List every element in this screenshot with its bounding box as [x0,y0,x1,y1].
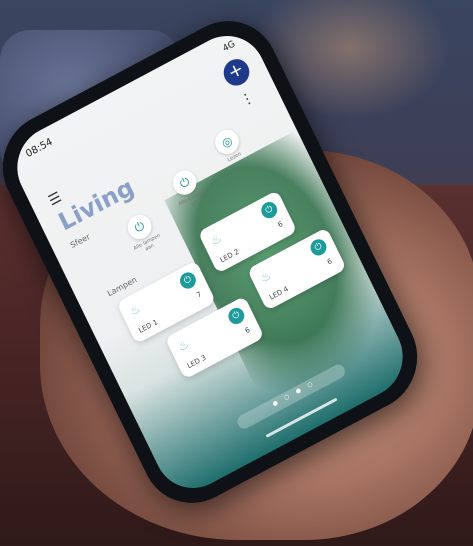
light-value: 6 [243,325,252,336]
bulb-icon: ♨ [175,336,192,355]
toggle-icon[interactable]: ⏻ [307,236,330,259]
scenes-heading: Sfeer [68,231,92,250]
more-button[interactable]: ⋮ [238,89,257,110]
add-button[interactable]: + [219,54,254,91]
photo-scene: 08:54 4G + ⋮ ☰ Living Sfeer ⏻ Alle lampe… [0,0,473,546]
light-label: LED 4 [268,284,290,302]
toggle-icon[interactable]: ⏻ [225,305,247,327]
scene-button-all-on[interactable]: ⏻ Alle lampen aan [118,208,166,259]
kebab-icon: ⋮ [237,88,258,110]
plus-icon: + [224,58,248,85]
light-value: 7 [195,290,203,300]
light-value: 6 [325,257,334,267]
status-time: 08:54 [24,136,55,161]
light-value: 6 [276,219,285,230]
toggle-icon[interactable]: ⏻ [177,269,199,292]
light-label: LED 3 [185,353,208,371]
bulb-icon: ♨ [257,267,274,286]
light-label: LED 2 [218,247,241,265]
light-label: LED 1 [137,318,160,335]
bulb-icon: ♨ [208,230,224,249]
toggle-icon[interactable]: ⏻ [258,199,280,222]
bulb-icon: ♨ [127,301,143,319]
status-network: 4G [221,39,237,55]
